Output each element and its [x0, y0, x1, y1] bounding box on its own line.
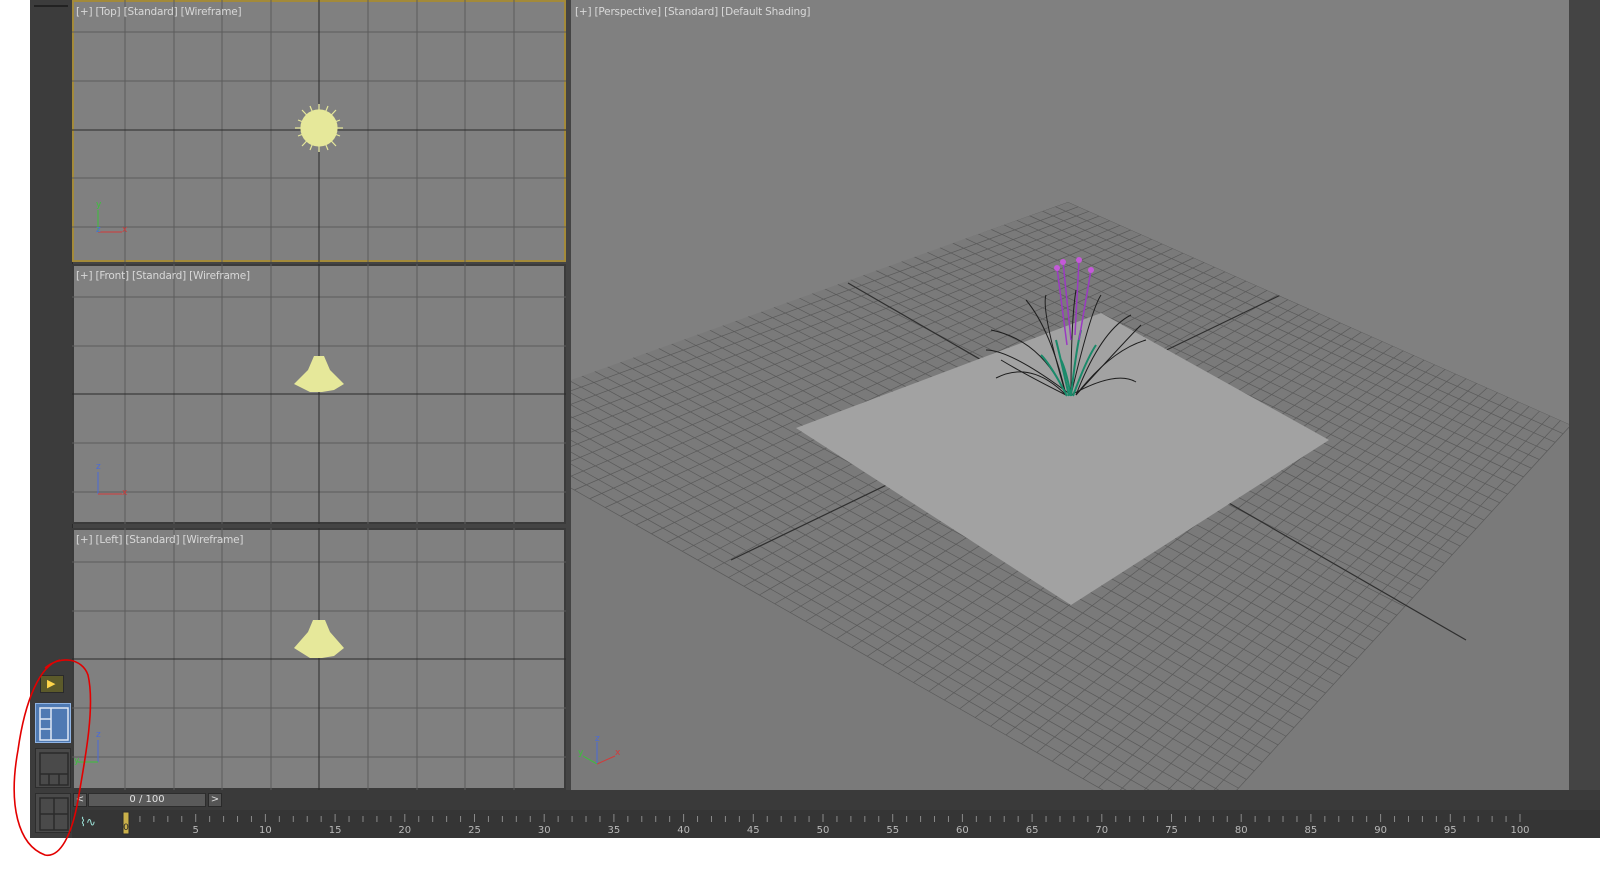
viewport-perspective[interactable]: [+] [Perspective] [Standard] [Default Sh…: [571, 0, 1569, 790]
axis-label-y: y: [578, 748, 584, 758]
ruler-label: 95: [1444, 825, 1457, 836]
ruler-label: 100: [1510, 825, 1529, 836]
top-viewport-grid: [72, 0, 566, 262]
time-slider-bar: [72, 790, 1600, 810]
ruler-label: 15: [329, 825, 342, 836]
grass-wireframe-top: [295, 104, 343, 152]
axis-label-x: x: [615, 748, 621, 758]
axis-gizmo-front: [97, 472, 122, 495]
grass-wireframe-front: [294, 356, 344, 392]
ruler-label: 25: [468, 825, 481, 836]
time-slider[interactable]: 0 / 100: [88, 793, 206, 807]
ruler-label: 40: [677, 825, 690, 836]
ruler-label: 70: [1095, 825, 1108, 836]
mini-curve-editor-icon: ⌇∿: [80, 815, 96, 829]
tab-bar-divider: [34, 5, 68, 7]
current-frame-label: 0: [123, 823, 129, 833]
axis-label-y: y: [74, 756, 80, 766]
grass-wireframe-left: [294, 620, 344, 658]
ruler-label: 90: [1374, 825, 1387, 836]
axis-label-z: z: [96, 462, 101, 472]
ruler-label: 10: [259, 825, 272, 836]
axis-label-z: z: [595, 734, 600, 744]
layout-four-left-split-icon: [39, 707, 69, 741]
viewport-front[interactable]: [+] [Front] [Standard] [Wireframe] z x: [72, 264, 566, 524]
viewport-top[interactable]: [+] [Top] [Standard] [Wireframe] y x z: [72, 0, 566, 262]
front-viewport-grid: [72, 264, 566, 524]
axis-label-y: y: [96, 200, 102, 210]
ruler-label: 55: [886, 825, 899, 836]
viewport-label-top[interactable]: [+] [Top] [Standard] [Wireframe]: [76, 6, 242, 18]
perspective-scene: [571, 202, 1569, 790]
track-bar[interactable]: 5 10 15 20 25 30 35 40 45 50 55 60 65 70 75 80 85 90 95 100…: [72, 810, 1600, 838]
next-frame-button[interactable]: >: [208, 793, 222, 807]
left-viewport-grid: [72, 528, 566, 790]
layout-one-over-three[interactable]: [35, 748, 71, 788]
track-bar-ruler: 5 10 15 20 25 30 35 40 45 50 55 60 65 70 75 80 85 90 95 100…: [122, 811, 1530, 836]
axis-label-z: z: [96, 730, 101, 740]
axis-gizmo-left: [78, 740, 99, 763]
axis-label-x: x: [122, 488, 128, 498]
axis-label-z: z: [96, 225, 101, 235]
ruler-label: 85: [1305, 825, 1318, 836]
ruler-label: 45: [747, 825, 760, 836]
axis-label-x: x: [122, 225, 128, 235]
viewport-label-front[interactable]: [+] [Front] [Standard] [Wireframe]: [76, 270, 250, 282]
expand-layout-tab-button[interactable]: ▶: [40, 675, 64, 693]
ruler-label: 80: [1235, 825, 1248, 836]
layout-four-left-split[interactable]: [35, 703, 71, 743]
ruler-label: 30: [538, 825, 551, 836]
ruler-label: 50: [817, 825, 830, 836]
mini-curve-editor-button[interactable]: ⌇∿: [80, 815, 104, 831]
play-arrow-icon: ▶: [47, 677, 56, 690]
viewport-left[interactable]: [+] [Left] [Standard] [Wireframe] z y: [72, 528, 566, 790]
ruler-label: 35: [608, 825, 621, 836]
ruler-label: 60: [956, 825, 969, 836]
ruler-label: 20: [398, 825, 411, 836]
axis-gizmo-top: [97, 210, 122, 233]
viewport-label-perspective[interactable]: [+] [Perspective] [Standard] [Default Sh…: [575, 6, 811, 18]
layout-four-grid-icon: [39, 797, 69, 831]
ruler-label: 5: [193, 825, 199, 836]
ruler-label: 75: [1165, 825, 1178, 836]
ruler-label: 65: [1026, 825, 1039, 836]
layout-four-grid[interactable]: [35, 793, 71, 833]
viewport-label-left[interactable]: [+] [Left] [Standard] [Wireframe]: [76, 534, 243, 546]
previous-frame-button[interactable]: <: [73, 793, 87, 807]
layout-one-over-three-icon: [39, 752, 69, 786]
